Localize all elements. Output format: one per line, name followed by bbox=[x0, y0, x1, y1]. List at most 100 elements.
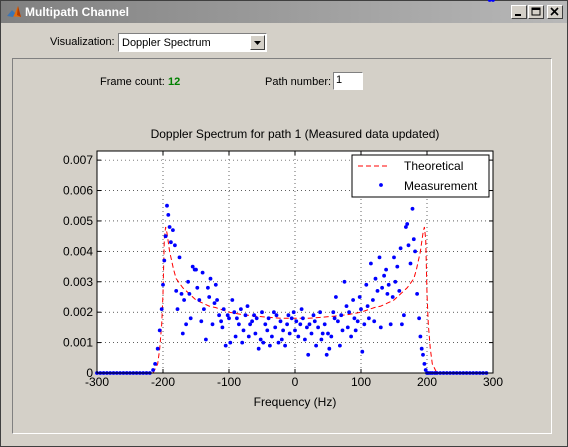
measurement-point bbox=[155, 346, 160, 351]
measurement-point bbox=[345, 325, 350, 330]
measurement-point bbox=[344, 304, 349, 308]
legend: Theoretical Measurement bbox=[351, 154, 490, 198]
measurement-point bbox=[186, 279, 191, 284]
measurement-point bbox=[299, 307, 304, 311]
measurement-point bbox=[166, 213, 171, 217]
measurement-point bbox=[360, 349, 365, 354]
measurement-point bbox=[301, 316, 305, 321]
measurement-point bbox=[281, 328, 285, 333]
measurement-point bbox=[388, 322, 393, 327]
measurement-point bbox=[322, 322, 327, 327]
measurement-point bbox=[319, 337, 324, 342]
measurement-point bbox=[408, 261, 413, 266]
measurement-point bbox=[413, 249, 417, 254]
chart-title: Doppler Spectrum for path 1 (Measured da… bbox=[151, 127, 440, 141]
measurement-point bbox=[324, 352, 329, 357]
measurement-point bbox=[393, 279, 398, 284]
y-tick-label: 0.006 bbox=[63, 184, 93, 198]
measurement-point bbox=[258, 337, 263, 342]
measurement-point bbox=[422, 362, 427, 366]
measurement-point bbox=[177, 255, 182, 260]
x-tick-label: 100 bbox=[351, 375, 371, 389]
measurement-point bbox=[165, 203, 169, 208]
measurement-point bbox=[167, 225, 172, 229]
measurement-point bbox=[382, 273, 386, 278]
measurement-point bbox=[173, 243, 177, 248]
measurement-point bbox=[373, 276, 378, 281]
measurement-point bbox=[309, 331, 314, 336]
measurement-point bbox=[180, 331, 185, 336]
measurement-point bbox=[232, 310, 237, 315]
measurement-point bbox=[339, 313, 344, 318]
measurement-point bbox=[179, 292, 184, 296]
measurement-point bbox=[253, 331, 258, 336]
measurement-point bbox=[293, 328, 297, 333]
measurement-point bbox=[227, 316, 231, 321]
measurement-point bbox=[285, 322, 289, 327]
measurement-point bbox=[204, 337, 208, 342]
measurement-point bbox=[199, 319, 204, 324]
measurement-point bbox=[377, 255, 382, 260]
measurement-point bbox=[380, 285, 384, 290]
measurement-point bbox=[385, 292, 390, 296]
measurement-point bbox=[171, 228, 175, 233]
measurement-point bbox=[276, 340, 281, 345]
measurement-point bbox=[241, 328, 246, 333]
measurement-point bbox=[261, 340, 266, 345]
measurement-point bbox=[338, 343, 342, 348]
x-tick-label: -200 bbox=[151, 375, 175, 389]
y-tick-label: 0.007 bbox=[63, 153, 93, 167]
y-tick-label: 0.001 bbox=[63, 336, 93, 350]
measurement-point bbox=[273, 325, 278, 330]
measurement-point bbox=[291, 310, 296, 315]
measurement-point bbox=[260, 310, 264, 315]
measurement-point bbox=[153, 362, 158, 366]
measurement-point bbox=[289, 316, 294, 321]
y-tick-label: 0.004 bbox=[63, 244, 93, 258]
legend-measurement-swatch bbox=[379, 183, 383, 187]
measurement-point bbox=[491, 0, 495, 2]
measurement-point bbox=[274, 313, 279, 318]
x-tick-label: 300 bbox=[483, 375, 503, 389]
measurement-point bbox=[332, 316, 337, 321]
y-tick-label: 0.002 bbox=[63, 305, 93, 319]
measurement-point bbox=[270, 334, 274, 339]
x-tick-label: -100 bbox=[217, 375, 241, 389]
measurement-point bbox=[364, 282, 369, 287]
measurement-point bbox=[314, 343, 318, 348]
measurement-point bbox=[256, 346, 261, 351]
measurement-point bbox=[398, 246, 403, 251]
measurement-point bbox=[395, 264, 400, 269]
measurement-point bbox=[283, 343, 287, 348]
measurement-point bbox=[159, 307, 164, 311]
measurement-point bbox=[230, 298, 235, 302]
measurement-point bbox=[252, 313, 256, 318]
measurement-point bbox=[349, 334, 353, 339]
measurement-point bbox=[197, 298, 202, 302]
measurement-point bbox=[213, 282, 218, 287]
measurement-point bbox=[210, 322, 215, 327]
measurement-point bbox=[417, 316, 421, 321]
measurement-point bbox=[419, 346, 424, 351]
measurement-point bbox=[415, 292, 419, 296]
measurement-point bbox=[342, 279, 347, 284]
measurement-point bbox=[286, 313, 291, 318]
measurement-point bbox=[184, 322, 189, 327]
measurement-point bbox=[235, 316, 239, 321]
measurement-point bbox=[384, 267, 388, 272]
measurement-point bbox=[212, 301, 217, 305]
measurement-point bbox=[217, 313, 222, 318]
measurement-point bbox=[298, 322, 303, 327]
measurement-point bbox=[378, 325, 383, 330]
measurement-point bbox=[400, 322, 404, 327]
measurement-point bbox=[369, 261, 373, 266]
measurement-point bbox=[390, 295, 395, 299]
measurement-point bbox=[372, 319, 377, 324]
measurement-point bbox=[239, 307, 243, 311]
legend-theoretical-label: Theoretical bbox=[404, 159, 463, 173]
measurement-point bbox=[421, 352, 425, 357]
measurement-point bbox=[402, 313, 406, 318]
measurement-point bbox=[386, 282, 391, 287]
measurement-point bbox=[194, 267, 198, 272]
measurement-point bbox=[221, 307, 226, 311]
